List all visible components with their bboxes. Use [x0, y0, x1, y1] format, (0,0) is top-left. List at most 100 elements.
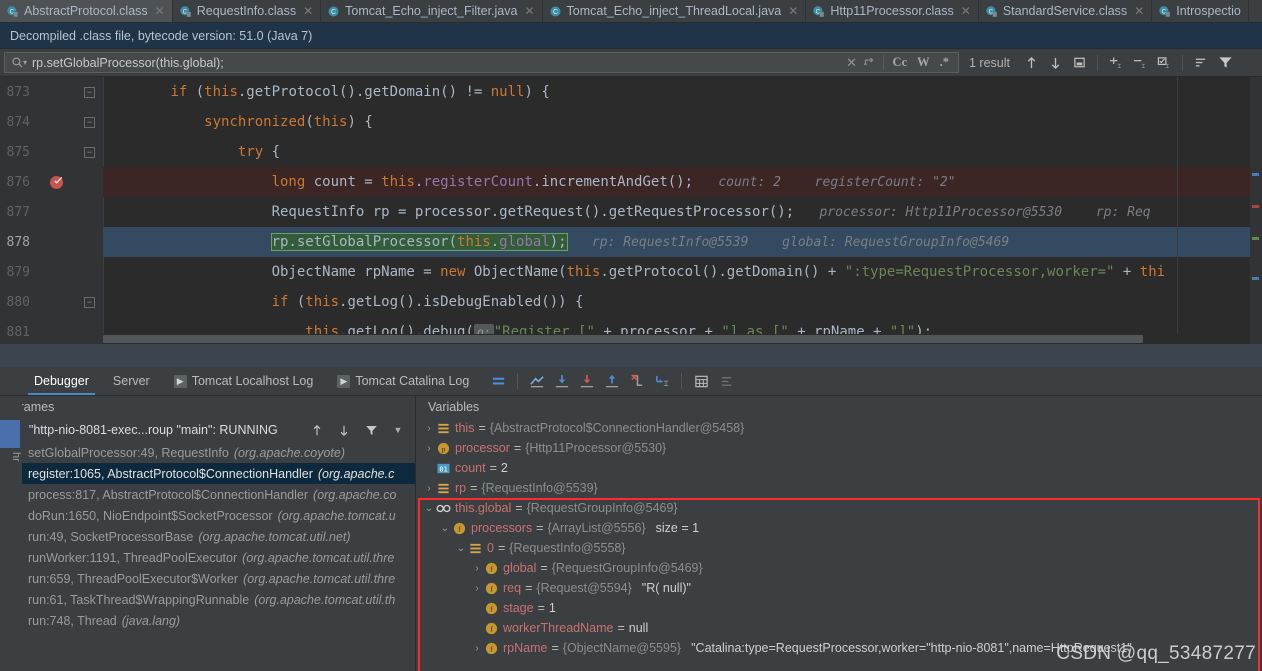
editor-gutter[interactable]: 873 − 874 − 875 − 876 877 878 879 880 − 881 [0, 77, 103, 344]
debug-tab-server[interactable]: Server [101, 368, 162, 395]
whole-words-toggle[interactable]: W [912, 55, 935, 70]
code-editor[interactable]: 873 − 874 − 875 − 876 877 878 879 880 − 881 if (this… [0, 77, 1262, 344]
variable-row[interactable]: ⌄ f processors = {ArrayList@5556} size = 1 [416, 518, 1262, 538]
frames-dropdown-icon[interactable]: ▼ [387, 420, 409, 440]
close-icon[interactable]: ✕ [788, 4, 798, 18]
variable-row[interactable]: › f global = {RequestGroupInfo@5469} [416, 558, 1262, 578]
chevron-right-icon[interactable]: › [470, 563, 484, 574]
edit-occurrences-icon[interactable]: ⌶ [1153, 53, 1175, 73]
editor-tab-0[interactable]: C AbstractProtocol.class ✕ [0, 0, 173, 22]
editor-tab-6[interactable]: C Introspectio [1152, 0, 1249, 22]
code-line-875[interactable]: try { [103, 137, 1262, 167]
chevron-right-icon[interactable]: › [470, 643, 484, 654]
filter-icon[interactable] [1214, 53, 1236, 73]
gutter-line-879[interactable]: 879 [0, 257, 103, 287]
variables-pane[interactable]: Variables › this = {AbstractProtocol$Connec… [416, 396, 1262, 671]
select-all-occurrences-icon[interactable] [1068, 53, 1090, 73]
chevron-down-icon[interactable]: ⌄ [454, 543, 468, 554]
variable-row[interactable]: 01 count = 2 [416, 458, 1262, 478]
show-execution-point-icon[interactable] [526, 370, 548, 392]
close-icon[interactable]: ✕ [961, 4, 971, 18]
close-icon[interactable]: ✕ [155, 4, 165, 18]
tool-window-splitter[interactable] [0, 344, 1262, 367]
mute-breakpoints-icon[interactable] [715, 370, 737, 392]
variable-row[interactable]: ⌄ this.global = {RequestGroupInfo@5469} [416, 498, 1262, 518]
editor-tab-5[interactable]: C StandardService.class ✕ [979, 0, 1153, 22]
gutter-line-875[interactable]: 875 − [0, 137, 103, 167]
breakpoint-icon[interactable] [50, 175, 63, 189]
gutter-line-881[interactable]: 881 [0, 317, 103, 344]
code-line-879[interactable]: ObjectName rpName = new ObjectName(this.… [103, 257, 1262, 287]
gutter-line-876[interactable]: 876 [0, 167, 103, 197]
debug-tab-bar[interactable]: Debugger Server ▶ Tomcat Localhost Log ▶ Tomc… [0, 367, 1262, 396]
editor-tab-1[interactable]: C RequestInfo.class ✕ [173, 0, 322, 22]
debug-tab-tomcat-catalina-log[interactable]: ▶ Tomcat Catalina Log [325, 368, 481, 395]
variable-row[interactable]: f stage = 1 [416, 598, 1262, 618]
evaluate-expression-icon[interactable] [690, 370, 712, 392]
frame-row[interactable]: register:1065, AbstractProtocol$Connecti… [0, 463, 415, 484]
force-step-into-icon[interactable] [626, 370, 648, 392]
frames-down-icon[interactable] [333, 420, 355, 440]
find-history-icon[interactable] [861, 54, 879, 72]
find-actions[interactable]: 1 result ⌶ ⌶ ⌶ [959, 53, 1236, 73]
frames-list[interactable]: setGlobalProcessor:49, RequestInfo (org.a… [0, 442, 415, 631]
variable-row[interactable]: f workerThreadName = null [416, 618, 1262, 638]
frames-up-icon[interactable] [306, 420, 328, 440]
code-line-874[interactable]: synchronized(this) { [103, 107, 1262, 137]
frame-row[interactable]: doRun:1650, NioEndpoint$SocketProcessor (… [0, 505, 415, 526]
gutter-line-874[interactable]: 874 − [0, 107, 103, 137]
frames-pane[interactable]: Frames ✓ "http-nio-8081-exec...roup "mai… [0, 396, 416, 671]
find-previous-icon[interactable] [1020, 53, 1042, 73]
code-line-873[interactable]: if (this.getProtocol().getDomain() != nu… [103, 77, 1262, 107]
editor-marker-strip[interactable] [1250, 77, 1262, 344]
frame-row[interactable]: run:61, TaskThread$WrappingRunnable (org.… [0, 589, 415, 610]
layout-settings-icon[interactable] [487, 370, 509, 392]
left-tool-strip[interactable]: hr [0, 396, 22, 671]
debug-toolbar[interactable]: ⌶ [487, 370, 737, 392]
chevron-down-icon[interactable]: ⌄ [438, 523, 452, 534]
chevron-right-icon[interactable]: › [422, 443, 436, 454]
match-case-toggle[interactable]: Cc [888, 55, 913, 70]
thread-selector[interactable]: ✓ "http-nio-8081-exec...roup "main": RUN… [0, 418, 415, 442]
chevron-down-icon[interactable]: ⌄ [422, 503, 436, 514]
frame-row[interactable]: run:49, SocketProcessorBase (org.apache.t… [0, 526, 415, 547]
chevron-right-icon[interactable]: › [470, 583, 484, 594]
debug-tab-debugger[interactable]: Debugger [22, 368, 101, 395]
variable-row[interactable]: › rp = {RequestInfo@5539} [416, 478, 1262, 498]
frame-row[interactable]: run:659, ThreadPoolExecutor$Worker (org.a… [0, 568, 415, 589]
gutter-line-878[interactable]: 878 [0, 227, 103, 257]
editor-tab-bar[interactable]: C AbstractProtocol.class ✕ C RequestInfo.cla… [0, 0, 1262, 23]
sort-icon[interactable] [1190, 53, 1212, 73]
remove-line-icon[interactable]: ⌶ [1129, 53, 1151, 73]
fold-toggle-icon[interactable]: − [84, 116, 95, 128]
editor-tab-3[interactable]: C Tomcat_Echo_inject_ThreadLocal.java ✕ [543, 0, 807, 22]
variables-tree[interactable]: › this = {AbstractProtocol$ConnectionHandle… [416, 418, 1262, 658]
fold-toggle-icon[interactable]: − [84, 146, 95, 158]
close-icon[interactable]: ✕ [303, 4, 313, 18]
close-icon[interactable]: ✕ [524, 4, 534, 18]
find-input-wrapper[interactable]: ▾ ✕ Cc W .* [4, 52, 959, 73]
chevron-right-icon[interactable]: › [422, 423, 436, 434]
debug-tab-tomcat-localhost-log[interactable]: ▶ Tomcat Localhost Log [162, 368, 326, 395]
frame-row[interactable]: process:817, AbstractProtocol$Connection… [0, 484, 415, 505]
regex-toggle[interactable]: .* [935, 55, 954, 70]
variable-row[interactable]: › f req = {Request@5594} "R( null)" [416, 578, 1262, 598]
gutter-line-873[interactable]: 873 − [0, 77, 103, 107]
find-bar[interactable]: ▾ ✕ Cc W .* 1 result ⌶ [0, 49, 1262, 77]
frame-row[interactable]: setGlobalProcessor:49, RequestInfo (org.a… [0, 442, 415, 463]
clear-search-icon[interactable]: ✕ [843, 54, 861, 72]
code-line-878[interactable]: rp.setGlobalProcessor(this.global); rp: … [103, 227, 1262, 257]
search-dropdown-icon[interactable]: ▾ [23, 58, 27, 67]
code-line-877[interactable]: RequestInfo rp = processor.getRequest().… [103, 197, 1262, 227]
search-input[interactable] [28, 53, 843, 72]
fold-toggle-icon[interactable]: − [84, 86, 95, 98]
editor-horizontal-scrollbar[interactable] [103, 334, 1250, 344]
frame-row[interactable]: run:748, Thread (java.lang) [0, 610, 415, 631]
code-line-876[interactable]: long count = this.registerCount.incremen… [103, 167, 1262, 197]
gutter-line-880[interactable]: 880 − [0, 287, 103, 317]
frame-row[interactable]: runWorker:1191, ThreadPoolExecutor (org.a… [0, 547, 415, 568]
find-next-icon[interactable] [1044, 53, 1066, 73]
step-into-icon[interactable] [576, 370, 598, 392]
editor-tab-4[interactable]: C Http11Processor.class ✕ [806, 0, 979, 22]
frames-filter-icon[interactable] [360, 420, 382, 440]
